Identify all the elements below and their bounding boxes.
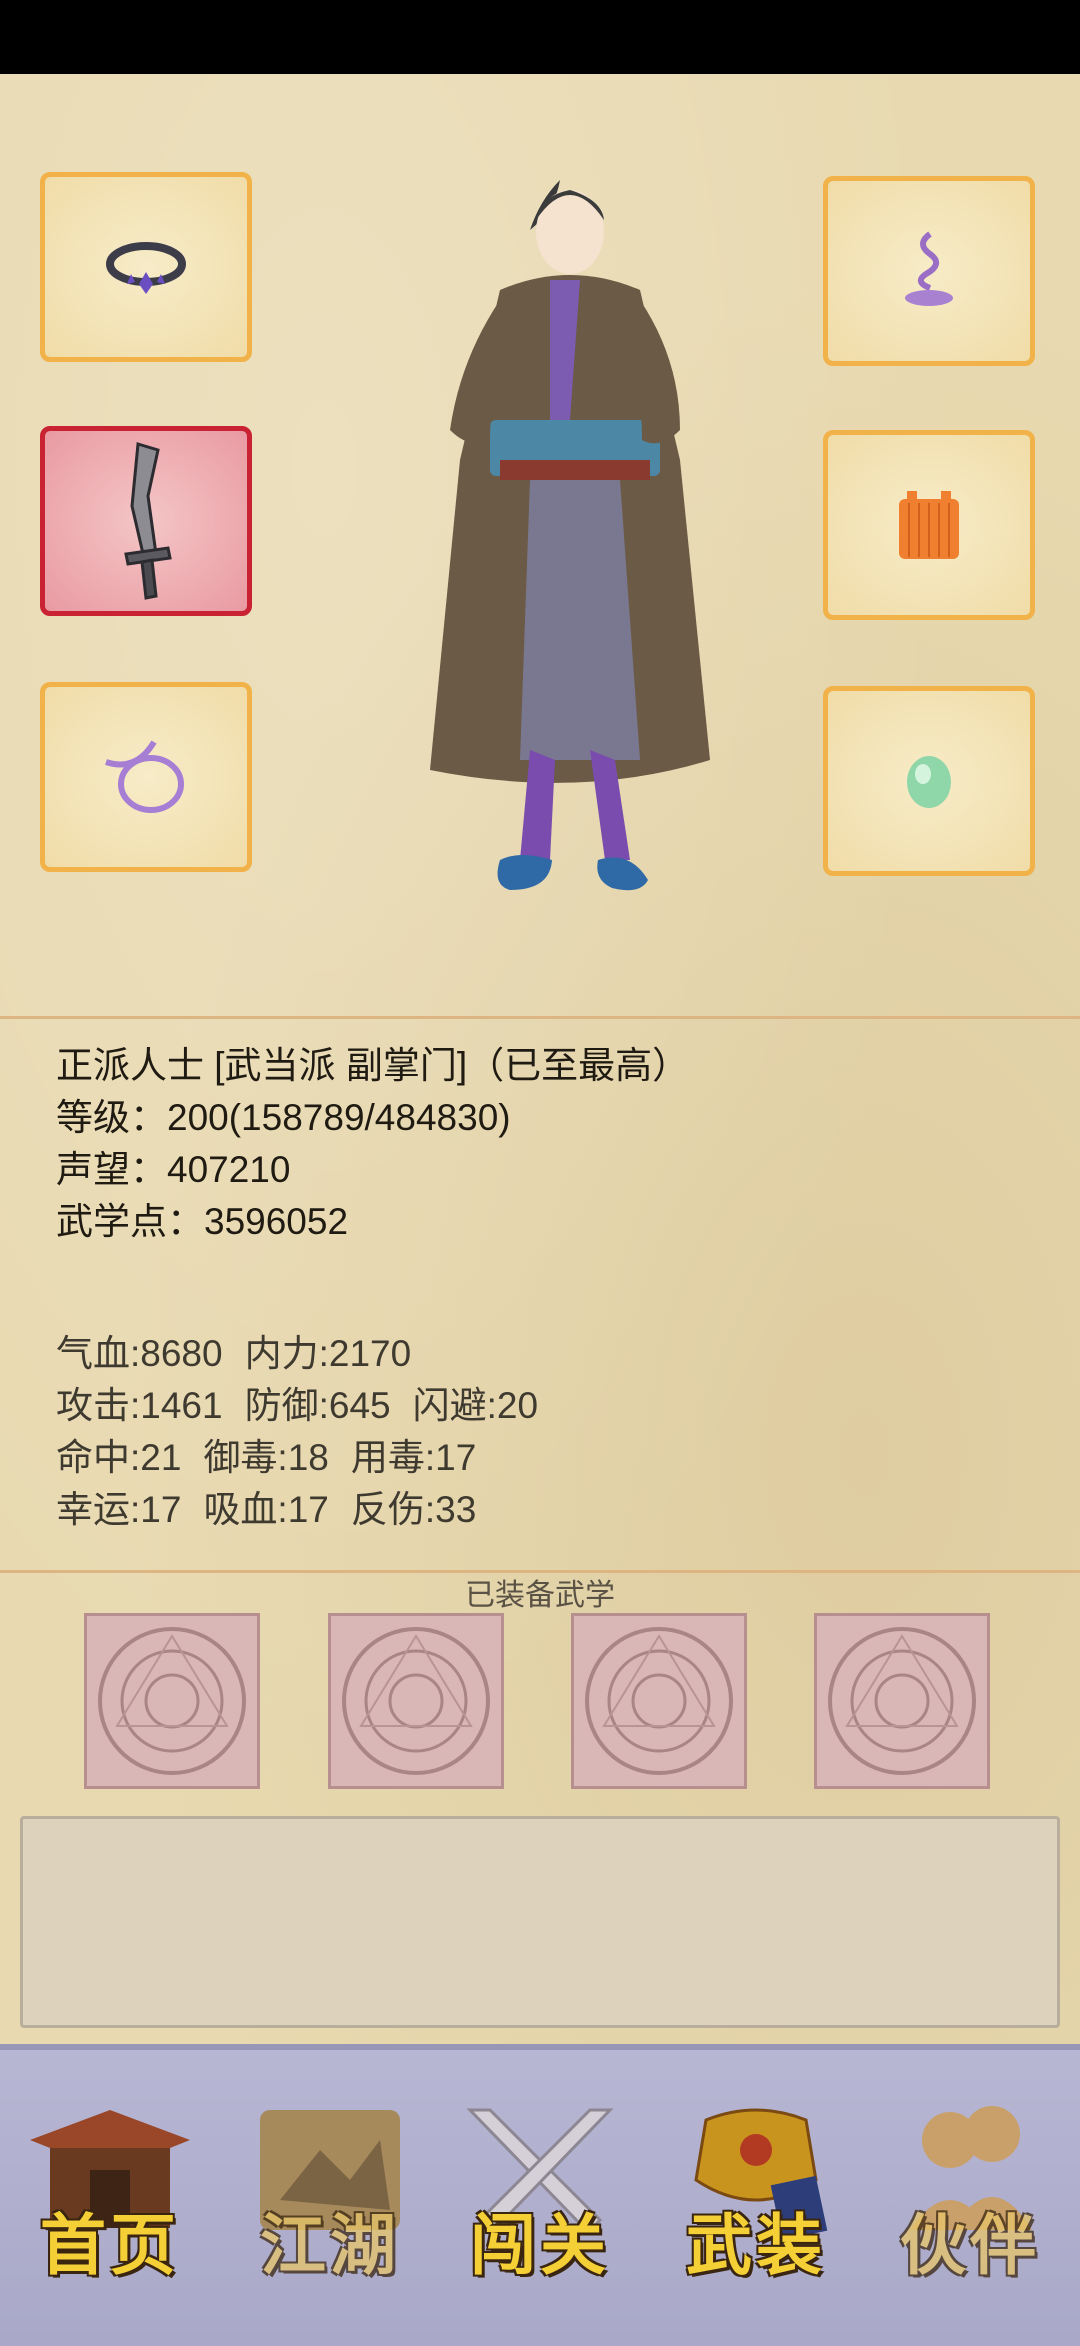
- stat-luck: 幸运:17: [56, 1489, 182, 1530]
- stat-hit: 命中:21: [56, 1437, 182, 1478]
- jade-icon: [907, 756, 951, 808]
- skill-slot-1[interactable]: [84, 1613, 260, 1789]
- martial-points-text: 武学点：3596052: [56, 1201, 349, 1242]
- equip-slot-ring[interactable]: [40, 172, 252, 362]
- stats-row-2: 攻击:1461 防御:645 闪避:20: [56, 1380, 560, 1432]
- skill-slot-3[interactable]: [571, 1613, 747, 1789]
- stat-dodge: 闪避:20: [412, 1385, 539, 1426]
- nav-challenge-label: 闯关: [470, 2206, 610, 2284]
- profile-info: 正派人士 [武当派 副掌门]（已至最高） 等级：200(158789/48483…: [56, 1040, 689, 1248]
- stats-row-4: 幸运:17 吸血:17 反伤:33: [56, 1484, 560, 1536]
- equip-slot-jade[interactable]: [823, 686, 1035, 876]
- description-panel: [20, 1816, 1060, 2028]
- equip-slot-armor[interactable]: [823, 430, 1035, 620]
- robe-icon: [899, 491, 959, 559]
- seal-pattern-icon: [828, 1627, 976, 1775]
- stat-lifesteal: 吸血:17: [203, 1489, 329, 1530]
- seal-pattern-icon: [342, 1627, 490, 1775]
- character-portrait: [430, 180, 710, 891]
- skill-slot-4[interactable]: [814, 1613, 990, 1789]
- prestige-text: 声望：407210: [56, 1149, 291, 1190]
- stat-poison-use: 用毒:17: [350, 1437, 477, 1478]
- stats-row-3: 命中:21 御毒:18 用毒:17: [56, 1432, 560, 1484]
- blade-icon: [124, 442, 172, 600]
- nav-home[interactable]: 首页: [20, 2100, 200, 2300]
- nav-companions[interactable]: 伙伴: [880, 2100, 1060, 2300]
- lasso-icon: [105, 740, 184, 813]
- nav-armory[interactable]: 武装: [666, 2100, 846, 2300]
- equip-slot-accessory[interactable]: [40, 682, 252, 872]
- section-divider: [0, 1016, 1080, 1019]
- status-bar: [0, 0, 1080, 74]
- nav-companions-label: 伙伴: [900, 2206, 1040, 2284]
- stat-attack: 攻击:1461: [56, 1385, 223, 1426]
- stats-row-1: 气血:8680 内力:2170: [56, 1328, 560, 1380]
- ring-icon: [106, 242, 186, 294]
- stat-hp: 气血:8680: [56, 1333, 223, 1374]
- nav-armory-label: 武装: [686, 2206, 826, 2284]
- nav-jianghu[interactable]: 江湖: [240, 2100, 420, 2300]
- seal-pattern-icon: [98, 1627, 246, 1775]
- incense-icon: [905, 231, 953, 306]
- faction-title: 正派人士 [武当派 副掌门]（已至最高）: [56, 1045, 690, 1086]
- level-text: 等级：200(158789/484830): [56, 1097, 511, 1138]
- equipped-skills-label: 已装备武学: [465, 1579, 615, 1612]
- stat-defense: 防御:645: [244, 1385, 391, 1426]
- equip-slot-weapon[interactable]: [40, 426, 252, 616]
- stats-block: 气血:8680 内力:2170 攻击:1461 防御:645 闪避:20 命中:21 御…: [56, 1328, 560, 1536]
- stat-internal: 内力:2170: [244, 1333, 412, 1374]
- skill-slot-2[interactable]: [328, 1613, 504, 1789]
- nav-jianghu-label: 江湖: [260, 2206, 400, 2284]
- stat-reflect: 反伤:33: [350, 1489, 477, 1530]
- seal-pattern-icon: [585, 1627, 733, 1775]
- nav-challenge[interactable]: 闯关: [450, 2100, 630, 2300]
- nav-home-label: 首页: [40, 2206, 180, 2284]
- stat-poison-resist: 御毒:18: [203, 1437, 329, 1478]
- equip-slot-incense[interactable]: [823, 176, 1035, 366]
